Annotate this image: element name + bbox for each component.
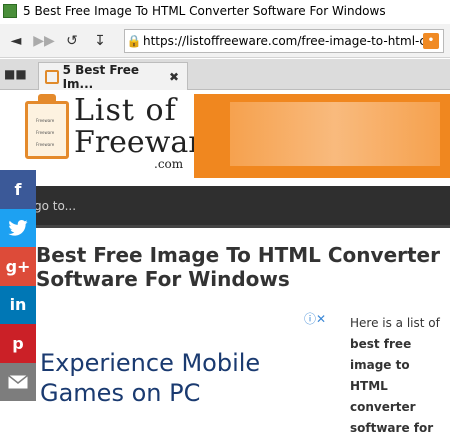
skip-forward-icon[interactable]: ▶▶	[30, 27, 58, 55]
address-bar[interactable]: 🔒 https://listoffreeware.com/free-image-…	[124, 29, 444, 53]
googleplus-share-button[interactable]: g+	[0, 247, 36, 286]
facebook-icon: f	[14, 179, 22, 199]
ad-title[interactable]: Experience Mobile Games on PC	[40, 348, 320, 408]
email-share-button[interactable]	[0, 362, 36, 401]
advertisement[interactable]: ⓘ✕ Experience Mobile Games on PC	[36, 308, 328, 418]
lock-icon: 🔒	[126, 34, 142, 48]
clipboard-clip-icon	[38, 94, 56, 104]
pinterest-icon: p	[12, 333, 24, 353]
tab-label: 5 Best Free Im...	[62, 62, 140, 91]
social-share-bar: f g+ in p	[0, 170, 36, 401]
window-titlebar: 5 Best Free Image To HTML Converter Soft…	[0, 0, 450, 22]
clipboard-line: Freeware	[36, 142, 55, 147]
twitter-share-button[interactable]	[0, 208, 36, 247]
article-intro: Here is a list of best free image to HTM…	[350, 313, 450, 439]
clipboard-tab-icon	[45, 69, 59, 84]
article-title: Best Free Image To HTML Converter Softwa…	[36, 243, 440, 291]
clipboard-line: Freeware	[36, 118, 55, 123]
clipboard-line: Freeware	[36, 130, 55, 135]
tab-menu-icon[interactable]: ■■	[4, 67, 27, 81]
site-menubar: go to...	[0, 186, 450, 228]
back-arrow-icon[interactable]: ◄	[2, 27, 30, 55]
facebook-share-button[interactable]: f	[0, 170, 36, 209]
close-tab-icon[interactable]: ✖	[169, 70, 179, 84]
download-icon[interactable]: ↧	[86, 27, 114, 55]
twitter-icon	[8, 219, 28, 236]
intro-text: Here is a list of	[350, 316, 440, 330]
tab-strip: ■■ 5 Best Free Im... ✖	[0, 59, 450, 91]
tab-active[interactable]: 5 Best Free Im... ✖	[38, 62, 188, 91]
menu-goto-text[interactable]: go to...	[34, 199, 76, 213]
site-header: Freeware Freeware Freeware List of Freew…	[0, 91, 450, 181]
pinterest-share-button[interactable]: p	[0, 324, 36, 363]
email-icon	[8, 374, 28, 389]
url-text[interactable]: https://listoffreeware.com/free-image-to…	[143, 34, 423, 48]
window-title: 5 Best Free Image To HTML Converter Soft…	[23, 4, 386, 18]
rss-icon[interactable]: •	[423, 33, 439, 49]
site-logo[interactable]: Freeware Freeware Freeware List of Freew…	[22, 91, 220, 181]
banner-image	[230, 102, 440, 166]
browser-toolbar: ◄ ▶▶ ↺ ↧ 🔒 https://listoffreeware.com/fr…	[0, 24, 450, 58]
linkedin-icon: in	[9, 295, 27, 315]
googleplus-icon: g+	[5, 256, 31, 276]
app-icon	[3, 4, 17, 18]
intro-bold-text: best free image to HTML converter softwa…	[350, 337, 434, 435]
ad-choices-icon[interactable]: ⓘ✕	[304, 310, 326, 327]
logo-text-line3: .com	[154, 157, 184, 171]
header-banner	[194, 94, 450, 178]
logo-text-line1: List of	[74, 93, 177, 128]
reload-icon[interactable]: ↺	[58, 27, 86, 55]
clipboard-logo-icon: Freeware Freeware Freeware	[25, 101, 69, 159]
linkedin-share-button[interactable]: in	[0, 285, 36, 324]
